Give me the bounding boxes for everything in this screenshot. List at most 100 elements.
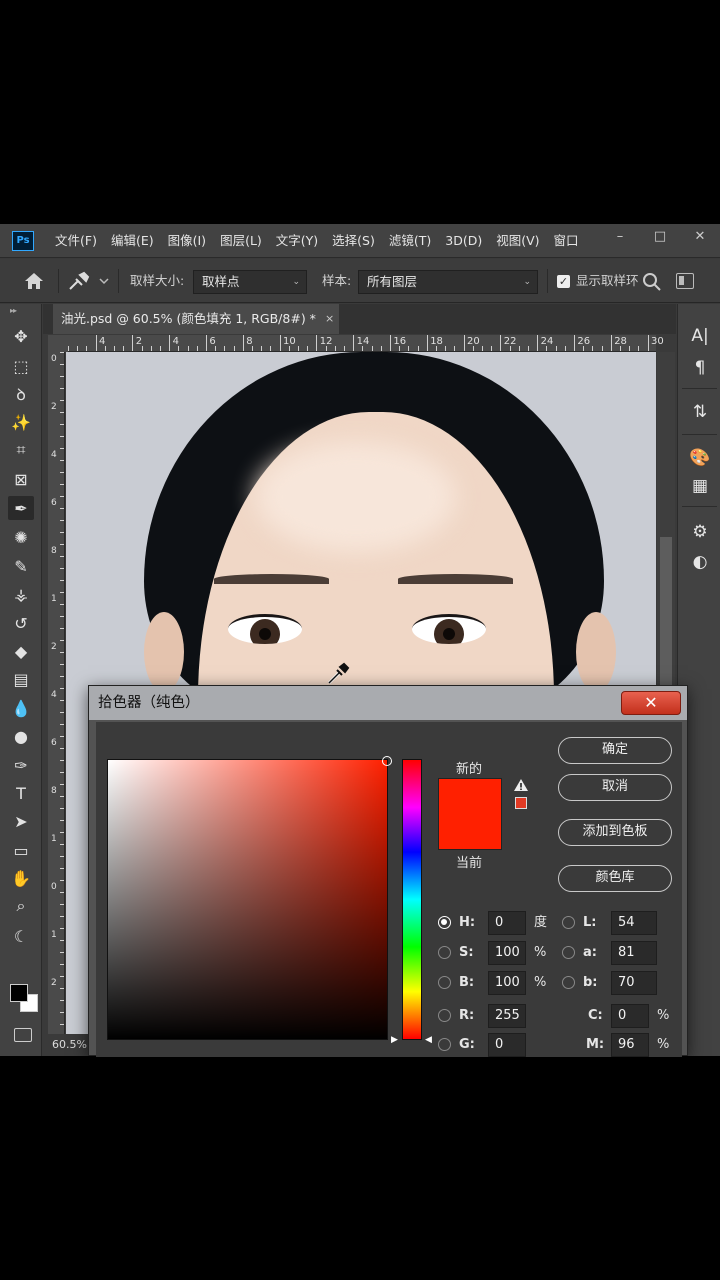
a-channel-input[interactable]: 81 <box>611 941 657 965</box>
saturation-brightness-field[interactable] <box>107 756 392 1040</box>
ruler-tick <box>196 346 198 351</box>
pen-tool-icon[interactable]: ✑ <box>8 753 34 777</box>
workspace-icon[interactable] <box>676 273 694 289</box>
healing-brush-tool-icon[interactable]: ✺ <box>8 525 34 549</box>
dialog-title-bar[interactable]: 拾色器（纯色） ✕ <box>89 686 687 720</box>
brush-tool-icon[interactable]: ✎ <box>8 554 34 578</box>
zoom-tool-icon[interactable]: ⌕ <box>8 894 34 918</box>
ok-button[interactable]: 确定 <box>558 737 672 764</box>
move-tool-icon[interactable]: ✥ <box>8 324 34 348</box>
menu-3d[interactable]: 3D(D) <box>438 224 489 258</box>
adjustments-panel-icon[interactable]: ◐ <box>686 550 714 574</box>
in-gamut-color-swatch[interactable] <box>515 797 527 809</box>
history-brush-tool-icon[interactable]: ↺ <box>8 611 34 635</box>
menu-edit[interactable]: 编辑(E) <box>104 224 161 258</box>
red-input[interactable]: 255 <box>488 1004 526 1028</box>
menu-view[interactable]: 视图(V) <box>489 224 546 258</box>
horizontal-ruler[interactable]: 4 2 4 6 8 10 12 14 16 18 20 22 24 26 28 30 <box>68 335 664 352</box>
ruler-tick <box>454 346 456 351</box>
lightness-input[interactable]: 54 <box>611 911 657 935</box>
b-channel-input[interactable]: 70 <box>611 971 657 995</box>
clone-stamp-tool-icon[interactable]: ⚶ <box>8 582 34 606</box>
menu-type[interactable]: 文字(Y) <box>269 224 325 258</box>
ruler-tick <box>104 346 106 351</box>
hue-input[interactable]: 0 <box>488 911 526 935</box>
ruler-tick <box>298 346 299 351</box>
sample-select[interactable]: 所有图层 ⌄ <box>358 270 538 294</box>
gamut-warning-icon[interactable] <box>513 778 529 792</box>
ruler-tick <box>224 346 226 351</box>
ruler-tick <box>60 664 64 665</box>
character-panel-icon[interactable]: A| <box>686 324 714 348</box>
brightness-input[interactable]: 100 <box>488 971 526 995</box>
edit-toolbar-icon[interactable]: ☾ <box>8 924 34 948</box>
photoshop-logo[interactable]: Ps <box>12 231 34 251</box>
panel-grip-icon[interactable]: ▸▸ <box>10 306 17 315</box>
close-tab-button[interactable]: × <box>325 304 334 334</box>
gradient-tool-icon[interactable]: ▤ <box>8 667 34 691</box>
hue-slider-left-arrow-icon[interactable]: ▶ <box>391 1035 398 1045</box>
marquee-tool-icon[interactable]: ⬚ <box>8 354 34 378</box>
zoom-level[interactable]: 60.5% <box>48 1034 88 1056</box>
menu-filter[interactable]: 滤镜(T) <box>382 224 438 258</box>
hue-slider[interactable] <box>402 759 422 1040</box>
green-radio[interactable] <box>438 1038 451 1051</box>
type-tool-icon[interactable]: T <box>8 781 34 805</box>
color-panel-icon[interactable]: 🎨 <box>686 446 714 470</box>
path-selection-tool-icon[interactable]: ➤ <box>8 809 34 833</box>
menu-image[interactable]: 图像(I) <box>161 224 213 258</box>
restore-button[interactable]: □ <box>640 224 680 252</box>
menu-select[interactable]: 选择(S) <box>325 224 382 258</box>
close-window-button[interactable]: ✕ <box>680 224 720 252</box>
libraries-panel-icon[interactable]: ⚙ <box>686 520 714 544</box>
eyedropper-preset-icon[interactable] <box>64 270 110 292</box>
hue-slider-right-arrow-icon[interactable]: ◀ <box>425 1035 432 1045</box>
paragraph-panel-icon[interactable]: ¶ <box>686 356 714 380</box>
magic-wand-tool-icon[interactable]: ✨ <box>8 410 34 434</box>
eyedropper-tool-icon[interactable]: ✒ <box>8 496 34 520</box>
a-channel-radio[interactable] <box>562 946 575 959</box>
history-panel-icon[interactable]: ⇅ <box>686 400 714 424</box>
foreground-color-swatch[interactable] <box>10 984 28 1002</box>
vertical-ruler[interactable]: 02468124681012 <box>48 352 65 1044</box>
show-sampling-ring-checkbox[interactable]: ✓ <box>557 275 570 288</box>
ruler-tick <box>60 520 64 521</box>
red-radio[interactable] <box>438 1009 451 1022</box>
rectangle-tool-icon[interactable]: ▭ <box>8 838 34 862</box>
color-marker[interactable] <box>382 756 392 766</box>
green-input[interactable]: 0 <box>488 1033 526 1057</box>
quick-mask-icon[interactable] <box>14 1028 32 1042</box>
close-dialog-button[interactable]: ✕ <box>621 691 681 715</box>
eraser-tool-icon[interactable]: ◆ <box>8 639 34 663</box>
hand-tool-icon[interactable]: ✋ <box>8 866 34 890</box>
magenta-input[interactable]: 96 <box>611 1033 649 1057</box>
menu-file[interactable]: 文件(F) <box>48 224 104 258</box>
home-icon[interactable] <box>20 270 48 292</box>
saturation-input[interactable]: 100 <box>488 941 526 965</box>
brightness-radio[interactable] <box>438 976 451 989</box>
lasso-tool-icon[interactable]: ꝺ <box>8 382 34 406</box>
search-icon[interactable] <box>642 272 662 292</box>
b-channel-radio[interactable] <box>562 976 575 989</box>
color-libraries-button[interactable]: 颜色库 <box>558 865 672 892</box>
swatches-panel-icon[interactable]: ▦ <box>686 474 714 498</box>
ruler-origin[interactable] <box>48 335 68 352</box>
crop-tool-icon[interactable]: ⌗ <box>8 438 34 462</box>
ruler-tick <box>60 484 64 485</box>
blur-tool-icon[interactable]: 💧 <box>8 696 34 720</box>
saturation-radio[interactable] <box>438 946 451 959</box>
add-to-swatches-button[interactable]: 添加到色板 <box>558 819 672 846</box>
lightness-radio[interactable] <box>562 916 575 929</box>
saturation-label: S: <box>459 945 474 960</box>
minimize-button[interactable]: – <box>600 224 640 252</box>
ruler-tick <box>60 928 64 929</box>
dodge-tool-icon[interactable]: ● <box>8 724 34 748</box>
hue-radio[interactable] <box>438 916 451 929</box>
menu-layer[interactable]: 图层(L) <box>213 224 269 258</box>
cyan-input[interactable]: 0 <box>611 1004 649 1028</box>
document-tab[interactable]: 油光.psd @ 60.5% (颜色填充 1, RGB/8#) * × <box>53 304 339 334</box>
cancel-button[interactable]: 取消 <box>558 774 672 801</box>
frame-tool-icon[interactable]: ⊠ <box>8 467 34 491</box>
menu-window[interactable]: 窗口 <box>547 224 586 258</box>
sample-size-select[interactable]: 取样点 ⌄ <box>193 270 307 294</box>
